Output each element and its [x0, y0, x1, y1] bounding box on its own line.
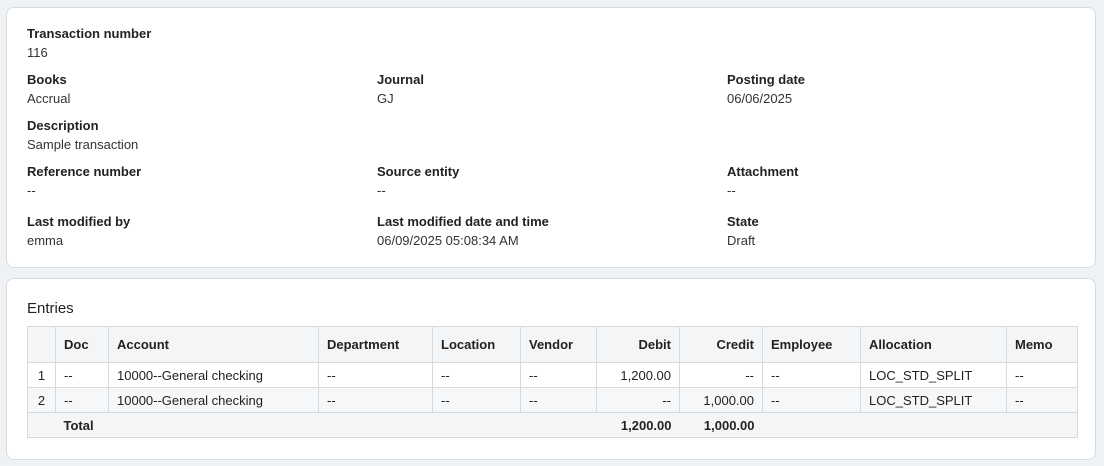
- account-cell: 10000--General checking: [108, 362, 319, 388]
- entries-table: Doc Account Department Location Vendor D…: [27, 326, 1078, 438]
- department-cell: --: [318, 387, 433, 413]
- column-header-vendor[interactable]: Vendor: [520, 326, 597, 363]
- posting-date-value: 06/06/2025: [727, 91, 793, 106]
- doc-cell: --: [55, 387, 109, 413]
- journal-value: GJ: [377, 91, 394, 106]
- credit-cell: 1,000.00: [679, 387, 763, 413]
- account-cell: 10000--General checking: [108, 387, 319, 413]
- transaction-number-field: Transaction number 116: [27, 26, 151, 61]
- last-modified-datetime-label: Last modified date and time: [377, 214, 549, 229]
- table-row[interactable]: 2 -- 10000--General checking -- -- -- --…: [27, 387, 1078, 413]
- memo-cell: --: [1006, 387, 1078, 413]
- entries-card: Entries Doc Account Department Location …: [6, 278, 1096, 460]
- reference-number-label: Reference number: [27, 164, 142, 179]
- posting-date-field: Posting date 06/06/2025: [727, 72, 805, 107]
- attachment-label: Attachment: [727, 164, 799, 179]
- employee-cell: --: [762, 387, 861, 413]
- credit-cell: --: [679, 362, 763, 388]
- debit-cell: --: [596, 387, 680, 413]
- column-header-location[interactable]: Location: [432, 326, 521, 363]
- description-field: Description Sample transaction: [27, 118, 138, 153]
- last-modified-datetime-field: Last modified date and time 06/09/2025 0…: [377, 214, 549, 249]
- column-header-allocation[interactable]: Allocation: [860, 326, 1007, 363]
- allocation-cell: LOC_STD_SPLIT: [860, 387, 1007, 413]
- last-modified-by-field: Last modified by emma: [27, 214, 130, 249]
- vendor-cell: --: [520, 387, 597, 413]
- books-value: Accrual: [27, 91, 71, 106]
- total-debit: 1,200.00: [596, 412, 680, 438]
- source-entity-field: Source entity --: [377, 164, 459, 199]
- description-label: Description: [27, 118, 99, 133]
- source-entity-value: --: [377, 183, 386, 198]
- column-header-doc[interactable]: Doc: [55, 326, 109, 363]
- last-modified-by-label: Last modified by: [27, 214, 131, 229]
- column-header-credit[interactable]: Credit: [679, 326, 763, 363]
- allocation-cell: LOC_STD_SPLIT: [860, 362, 1007, 388]
- transaction-number-value: 116: [27, 45, 48, 60]
- employee-cell: --: [762, 362, 861, 388]
- books-label: Books: [27, 72, 67, 87]
- column-header-debit[interactable]: Debit: [596, 326, 680, 363]
- entries-title: Entries: [27, 300, 74, 317]
- journal-label: Journal: [377, 72, 424, 87]
- entries-header-row: Doc Account Department Location Vendor D…: [27, 326, 1078, 363]
- debit-cell: 1,200.00: [596, 362, 680, 388]
- source-entity-label: Source entity: [377, 164, 460, 179]
- last-modified-datetime-value: 06/09/2025 05:08:34 AM: [377, 233, 519, 248]
- total-credit: 1,000.00: [679, 412, 763, 438]
- journal-field: Journal GJ: [377, 72, 424, 107]
- column-header-memo[interactable]: Memo: [1006, 326, 1078, 363]
- reference-number-value: --: [27, 183, 36, 198]
- department-cell: --: [318, 362, 433, 388]
- attachment-field: Attachment --: [727, 164, 799, 199]
- posting-date-label: Posting date: [727, 72, 806, 87]
- column-header-employee[interactable]: Employee: [762, 326, 861, 363]
- total-row: Total 1,200.00 1,000.00: [27, 412, 1078, 438]
- memo-cell: --: [1006, 362, 1078, 388]
- vendor-cell: --: [520, 362, 597, 388]
- row-index-cell: 2: [27, 387, 56, 413]
- state-field: State Draft: [727, 214, 759, 249]
- column-header-index: [27, 326, 56, 363]
- last-modified-by-value: emma: [27, 233, 64, 248]
- attachment-value: --: [727, 183, 736, 198]
- column-header-account[interactable]: Account: [108, 326, 319, 363]
- state-label: State: [727, 214, 759, 229]
- table-row[interactable]: 1 -- 10000--General checking -- -- -- 1,…: [27, 362, 1078, 388]
- total-label: Total: [55, 412, 597, 438]
- column-header-department[interactable]: Department: [318, 326, 433, 363]
- state-value: Draft: [727, 233, 756, 248]
- description-value: Sample transaction: [27, 137, 139, 152]
- books-field: Books Accrual: [27, 72, 70, 107]
- transaction-header-card: Transaction number 116 Books Accrual Jou…: [6, 7, 1096, 268]
- total-trailing-cell: [762, 412, 1078, 438]
- row-index-cell: 1: [27, 362, 56, 388]
- location-cell: --: [432, 387, 521, 413]
- transaction-number-label: Transaction number: [27, 26, 152, 41]
- total-spacer-cell: [27, 412, 56, 438]
- doc-cell: --: [55, 362, 109, 388]
- reference-number-field: Reference number --: [27, 164, 141, 199]
- location-cell: --: [432, 362, 521, 388]
